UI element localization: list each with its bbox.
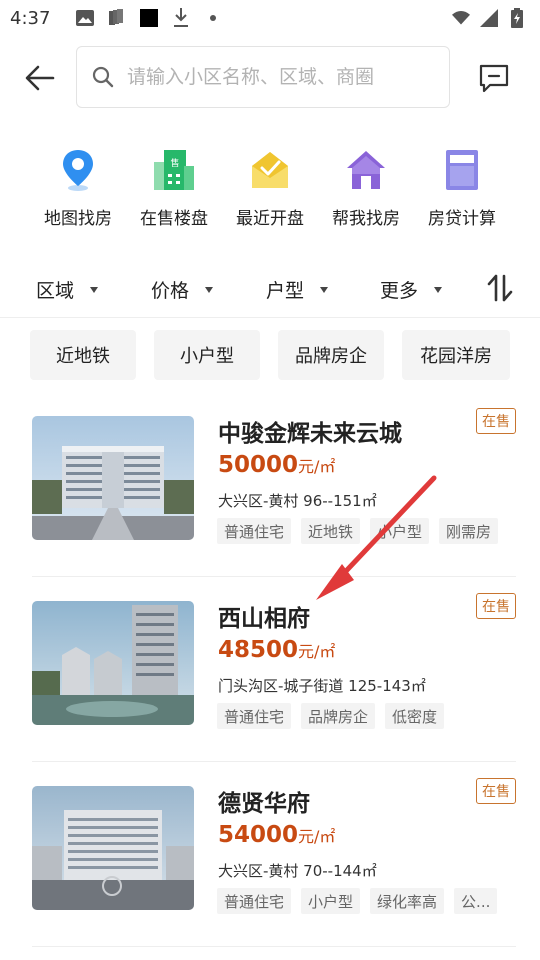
listing-price: 48500元/㎡ bbox=[218, 637, 335, 663]
quick-nav-label: 地图找房 bbox=[44, 209, 112, 229]
listing-tag: 公... bbox=[454, 888, 498, 914]
listing-tag: 绿化率高 bbox=[370, 888, 445, 914]
chip-brand-developer[interactable]: 品牌房企 bbox=[278, 330, 384, 380]
price-value: 50000 bbox=[218, 452, 299, 478]
chip-garden-house[interactable]: 花园洋房 bbox=[402, 330, 510, 380]
new-opening-icon bbox=[248, 148, 292, 192]
status-badge: 在售 bbox=[476, 778, 516, 804]
listing-tags: 普通住宅 小户型 绿化率高 公... bbox=[217, 888, 498, 914]
listing-tag: 小户型 bbox=[301, 888, 361, 914]
status-time: 4:37 bbox=[10, 7, 51, 29]
listing-price: 50000元/㎡ bbox=[218, 452, 335, 478]
signal-icon bbox=[480, 9, 498, 27]
filter-bar: 区域 价格 户型 更多 bbox=[0, 262, 540, 318]
chip-near-subway[interactable]: 近地铁 bbox=[30, 330, 136, 380]
search-box[interactable] bbox=[76, 46, 450, 108]
listing-tag: 低密度 bbox=[385, 703, 445, 729]
status-bar: 4:37 bbox=[0, 0, 540, 36]
black-square-icon bbox=[140, 9, 159, 27]
listing-photo bbox=[32, 416, 194, 540]
divider bbox=[32, 761, 516, 762]
listing-tag: 品牌房企 bbox=[301, 703, 376, 729]
price-value: 54000 bbox=[218, 822, 299, 848]
status-badge: 在售 bbox=[476, 408, 516, 434]
caret-down-icon bbox=[205, 286, 214, 293]
listing-tag: 普通住宅 bbox=[217, 518, 292, 544]
sort-button[interactable] bbox=[486, 274, 514, 302]
listing-tags: 普通住宅 近地铁 小户型 刚需房 bbox=[217, 518, 499, 544]
quick-nav-help-find[interactable]: 帮我找房 bbox=[318, 148, 414, 229]
filter-label: 区域 bbox=[36, 280, 75, 302]
price-unit: 元/㎡ bbox=[298, 642, 336, 661]
quick-nav-mortgage-calc[interactable]: 房贷计算 bbox=[414, 148, 510, 229]
listing-item[interactable]: 西山相府 在售 48500元/㎡ 门头沟区-城子街道 125-143㎡ 普通住宅… bbox=[0, 593, 540, 771]
listing-tag: 普通住宅 bbox=[217, 703, 292, 729]
sort-icon bbox=[487, 274, 513, 302]
back-arrow-icon bbox=[25, 65, 55, 91]
listing-photo bbox=[32, 786, 194, 910]
map-pin-icon bbox=[56, 148, 100, 192]
listing-title: 西山相府 bbox=[218, 606, 310, 632]
filter-more[interactable]: 更多 bbox=[380, 276, 443, 303]
search-input[interactable] bbox=[127, 66, 427, 88]
filter-region[interactable]: 区域 bbox=[36, 276, 99, 303]
listing-location: 大兴区-黄村 70--144㎡ bbox=[218, 862, 377, 880]
listing-tags: 普通住宅 品牌房企 低密度 bbox=[217, 703, 445, 729]
wifi-icon bbox=[452, 9, 470, 27]
quick-nav-recent-opening[interactable]: 最近开盘 bbox=[222, 148, 318, 229]
filter-price[interactable]: 价格 bbox=[151, 276, 214, 303]
listing-price: 54000元/㎡ bbox=[218, 822, 335, 848]
house-help-icon bbox=[344, 148, 388, 192]
filter-layout[interactable]: 户型 bbox=[266, 276, 329, 303]
listing-photo bbox=[32, 601, 194, 725]
quick-nav-label: 帮我找房 bbox=[332, 209, 400, 229]
listing-tag: 刚需房 bbox=[439, 518, 499, 544]
quick-nav-map-search[interactable]: 地图找房 bbox=[30, 148, 126, 229]
status-badge: 在售 bbox=[476, 593, 516, 619]
divider bbox=[32, 946, 516, 947]
building-sale-icon: 售 bbox=[152, 148, 196, 192]
quick-nav-on-sale[interactable]: 售 在售楼盘 bbox=[126, 148, 222, 229]
status-icons-right bbox=[452, 8, 526, 28]
quick-filter-chips: 近地铁 小户型 品牌房企 花园洋房 bbox=[0, 330, 540, 380]
back-button[interactable] bbox=[20, 60, 60, 96]
calculator-icon bbox=[440, 148, 484, 192]
chip-small-unit[interactable]: 小户型 bbox=[154, 330, 260, 380]
filter-label: 更多 bbox=[380, 280, 419, 302]
filter-label: 价格 bbox=[151, 280, 190, 302]
header bbox=[0, 46, 540, 110]
quick-nav-label: 在售楼盘 bbox=[140, 209, 208, 229]
message-icon bbox=[479, 64, 509, 93]
download-icon bbox=[172, 8, 190, 27]
caret-down-icon bbox=[434, 286, 443, 293]
listing-title: 中骏金辉未来云城 bbox=[218, 421, 402, 447]
quick-nav-label: 房贷计算 bbox=[428, 209, 496, 229]
caret-down-icon bbox=[90, 286, 99, 293]
listing-tag: 普通住宅 bbox=[217, 888, 292, 914]
listing-item[interactable]: 德贤华府 在售 54000元/㎡ 大兴区-黄村 70--144㎡ 普通住宅 小户… bbox=[0, 778, 540, 956]
price-value: 48500 bbox=[218, 637, 299, 663]
listing-tag: 小户型 bbox=[370, 518, 430, 544]
status-icons-left bbox=[76, 8, 222, 27]
dot-icon bbox=[204, 9, 222, 27]
listing-tag: 近地铁 bbox=[301, 518, 361, 544]
price-unit: 元/㎡ bbox=[298, 827, 336, 846]
svg-text:售: 售 bbox=[170, 157, 179, 169]
image-icon bbox=[76, 9, 95, 27]
filter-label: 户型 bbox=[266, 280, 305, 302]
quick-nav: 地图找房 售 在售楼盘 最近开盘 帮我找房 房贷计算 bbox=[0, 148, 540, 238]
listing-location: 门头沟区-城子街道 125-143㎡ bbox=[218, 677, 426, 695]
message-button[interactable] bbox=[474, 60, 514, 96]
divider bbox=[32, 576, 516, 577]
price-unit: 元/㎡ bbox=[298, 457, 336, 476]
listing-location: 大兴区-黄村 96--151㎡ bbox=[218, 492, 377, 510]
battery-charging-icon bbox=[508, 8, 526, 28]
listing-item[interactable]: 中骏金辉未来云城 在售 50000元/㎡ 大兴区-黄村 96--151㎡ 普通住… bbox=[0, 408, 540, 586]
listing-title: 德贤华府 bbox=[218, 791, 310, 817]
search-icon bbox=[92, 66, 114, 88]
sim-icon bbox=[108, 9, 126, 27]
caret-down-icon bbox=[320, 286, 329, 293]
quick-nav-label: 最近开盘 bbox=[236, 209, 304, 229]
